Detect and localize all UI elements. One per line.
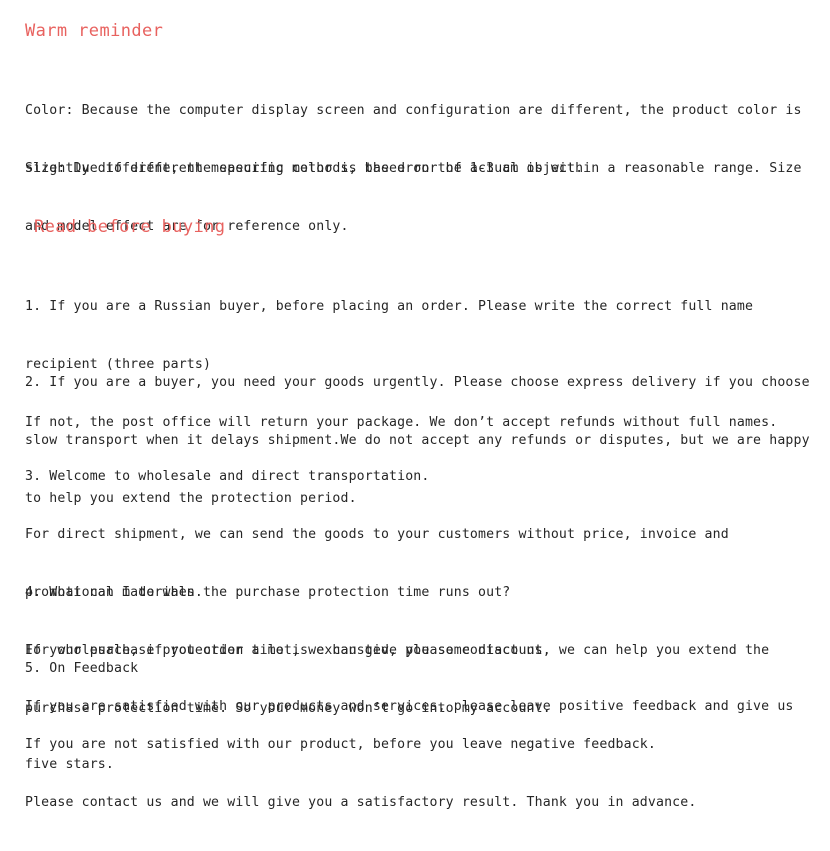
buying-item-3-line-1: 3. Welcome to wholesale and direct trans… <box>25 468 430 484</box>
size-disclaimer-line-1: Size: Due to different measuring methods… <box>25 160 802 176</box>
color-disclaimer-line-1: Color: Because the computer display scre… <box>25 102 802 118</box>
read-before-buying-heading: Read before buying <box>34 217 226 237</box>
buying-item-5-negative-line-1: If you are not satisfied with our produc… <box>25 736 656 752</box>
buying-item-5-negative-feedback: If you are not satisfied with our produc… <box>25 696 696 851</box>
buying-item-4-line-1: 4. What can I do when the purchase prote… <box>25 584 511 600</box>
warm-reminder-page: Warm reminder Color: Because the compute… <box>0 0 830 810</box>
warm-reminder-heading: Warm reminder <box>25 21 164 41</box>
buying-item-3-line-2: For direct shipment, we can send the goo… <box>25 527 729 543</box>
buying-item-2-line-1: 2. If you are a buyer, you need your goo… <box>25 374 810 390</box>
size-disclaimer-paragraph: Size: Due to different measuring methods… <box>25 120 802 275</box>
buying-item-1-line-1: 1. If you are a Russian buyer, before pl… <box>25 298 754 314</box>
buying-item-5-negative-line-2: Please contact us and we will give you a… <box>25 795 697 811</box>
